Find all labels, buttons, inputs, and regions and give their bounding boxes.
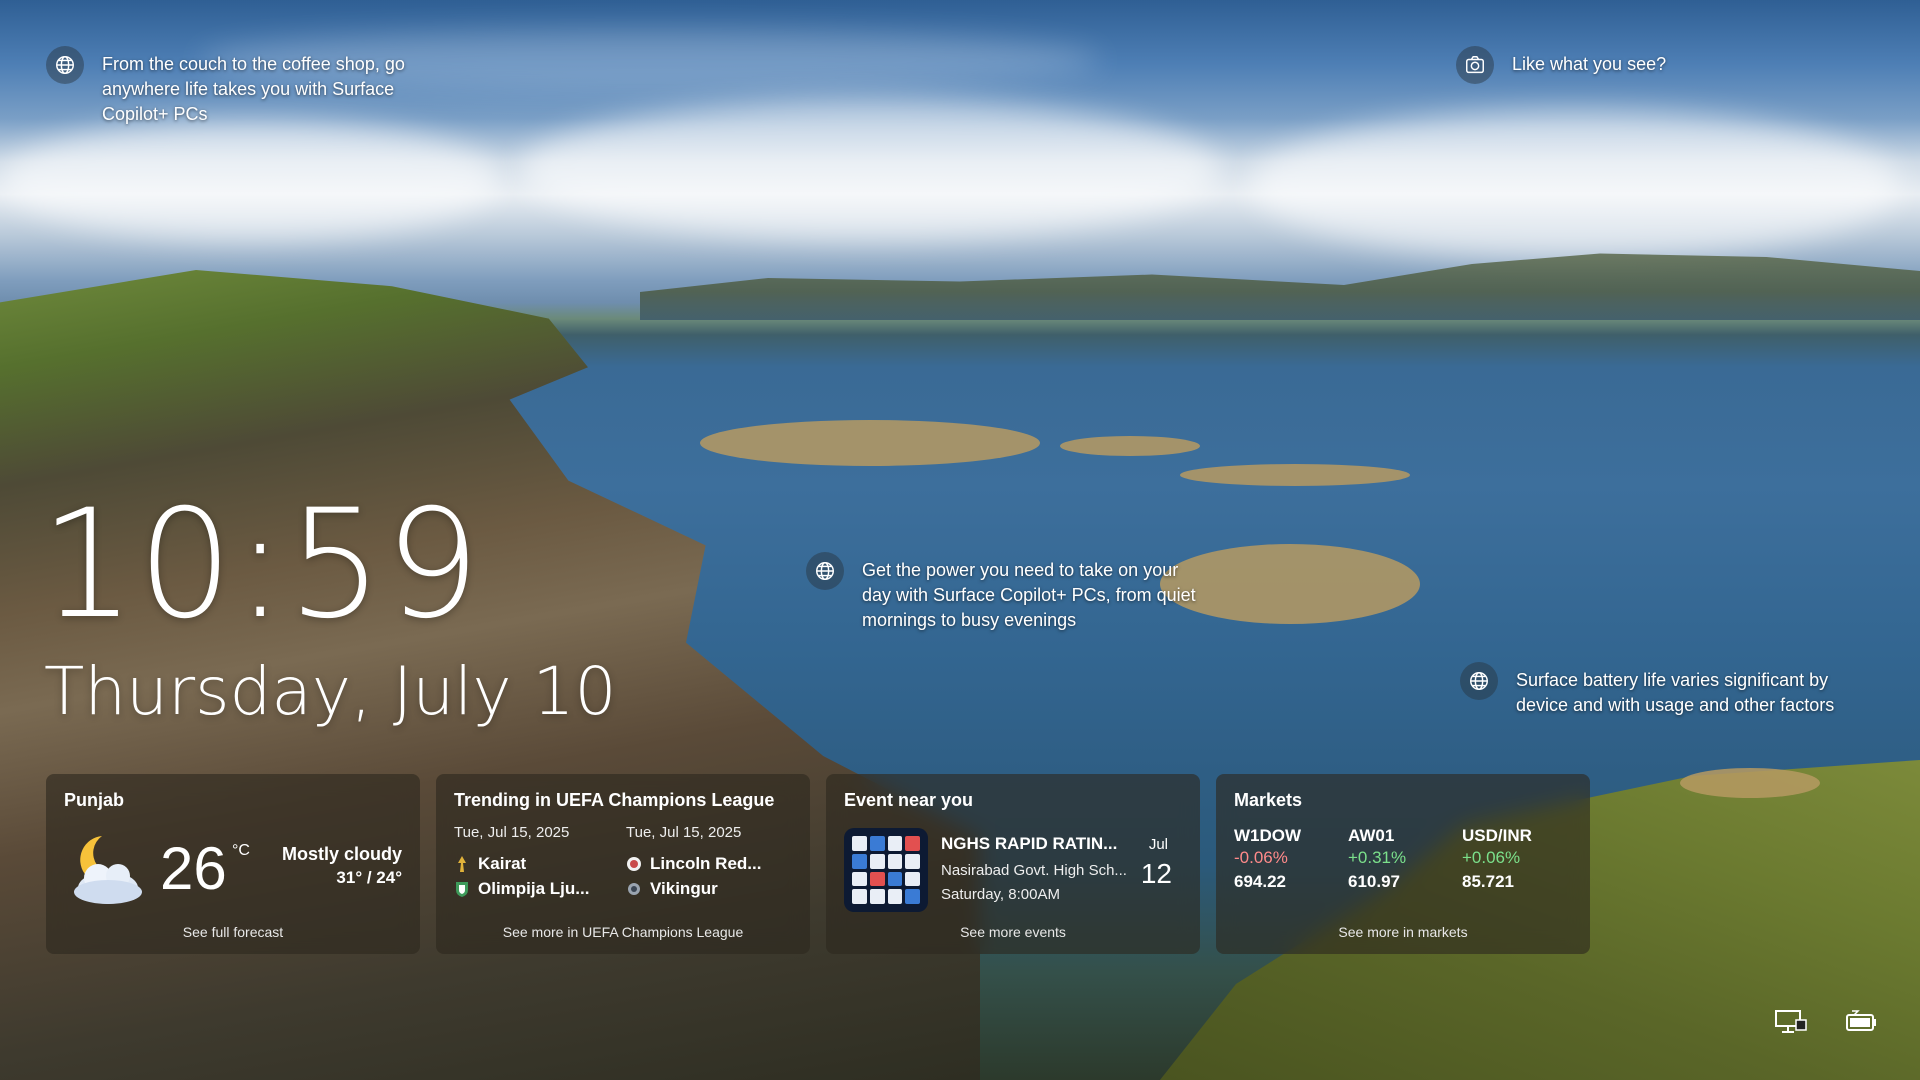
- weather-moon-cloud-icon: [74, 836, 142, 904]
- see-full-forecast-link[interactable]: See full forecast: [46, 924, 420, 940]
- cloud: [520, 100, 1220, 240]
- event-thumbnail[interactable]: [844, 828, 928, 912]
- stock-symbol: USD/INR: [1462, 826, 1532, 845]
- sports-widget[interactable]: Trending in UEFA Champions League Tue, J…: [436, 774, 810, 954]
- team-logo-icon: [458, 855, 466, 872]
- sports-title: Trending in UEFA Champions League: [454, 790, 775, 810]
- see-more-events-link[interactable]: See more events: [826, 924, 1200, 940]
- weather-high-low: 31° / 24°: [336, 868, 402, 887]
- lock-screen: From the couch to the coffee shop, go an…: [0, 0, 1920, 1080]
- stock-item[interactable]: AW01 +0.31% 610.97: [1348, 826, 1458, 892]
- globe-icon[interactable]: [806, 552, 844, 590]
- stock-item[interactable]: USD/INR +0.06% 85.721: [1462, 826, 1572, 892]
- markets-title: Markets: [1234, 790, 1303, 810]
- weather-unit: °C: [232, 842, 250, 859]
- stock-change: -0.06%: [1234, 848, 1288, 867]
- stock-symbol: W1DOW: [1234, 826, 1302, 845]
- weather-temperature: 26: [160, 835, 227, 902]
- team-row: Lincoln Red...: [626, 851, 796, 876]
- team-logo-icon: [628, 882, 640, 895]
- match-card[interactable]: Tue, Jul 15, 2025 Lincoln Red... Vikingu…: [626, 824, 796, 901]
- clock-date: Thursday, July 10: [44, 653, 617, 730]
- spotlight-text: From the couch to the coffee shop, go an…: [102, 54, 405, 124]
- rock: [1680, 768, 1820, 798]
- spotlight-info-middle[interactable]: Get the power you need to take on your d…: [806, 552, 1206, 633]
- battery-icon[interactable]: [1844, 1008, 1878, 1036]
- spotlight-info-right[interactable]: Surface battery life varies significant …: [1460, 662, 1860, 718]
- globe-icon[interactable]: [46, 46, 84, 84]
- stock-change: +0.31%: [1348, 848, 1407, 867]
- event-title: Event near you: [844, 790, 974, 810]
- spotlight-text: Surface battery life varies significant …: [1516, 670, 1835, 715]
- event-time: Saturday, 8:00AM: [941, 886, 1060, 903]
- spotlight-text: Get the power you need to take on your d…: [862, 560, 1196, 630]
- rock: [700, 420, 1040, 466]
- match-date: Tue, Jul 15, 2025: [454, 824, 570, 841]
- see-more-markets-link[interactable]: See more in markets: [1216, 924, 1590, 940]
- spotlight-info-top-right[interactable]: Like what you see?: [1456, 46, 1756, 84]
- team-row: Olimpija Lju...: [454, 876, 624, 901]
- clock-time: 10:59: [40, 478, 483, 652]
- camera-icon[interactable]: [1456, 46, 1494, 84]
- stock-symbol: AW01: [1348, 826, 1395, 845]
- see-more-champions-league-link[interactable]: See more in UEFA Champions League: [436, 924, 810, 940]
- markets-widget[interactable]: Markets W1DOW -0.06% 694.22 AW01 +0.31% …: [1216, 774, 1590, 954]
- weather-condition: Mostly cloudy: [281, 844, 402, 864]
- distant-hills: [640, 253, 1920, 320]
- event-day: 12: [1140, 858, 1172, 889]
- stock-price: 85.721: [1462, 872, 1514, 891]
- team-name: Olimpija Lju...: [478, 878, 590, 898]
- team-logo-icon: [627, 856, 641, 871]
- event-name[interactable]: NGHS RAPID RATIN...: [941, 834, 1117, 854]
- team-row: Kairat: [454, 851, 624, 876]
- team-name: Kairat: [478, 853, 527, 873]
- event-venue: Nasirabad Govt. High Sch...: [941, 862, 1127, 879]
- rock: [1180, 464, 1410, 486]
- spotlight-text: Like what you see?: [1512, 54, 1667, 74]
- team-logo-icon: [456, 881, 468, 897]
- team-row: Vikingur: [626, 876, 796, 901]
- cloud: [0, 120, 500, 240]
- team-name: Vikingur: [650, 878, 718, 898]
- team-name: Lincoln Red...: [650, 853, 762, 873]
- match-date: Tue, Jul 15, 2025: [626, 824, 742, 841]
- rock: [1060, 436, 1200, 456]
- weather-widget[interactable]: Punjab 26 °C Mostly cloudy 31° / 24° See…: [46, 774, 420, 954]
- globe-icon[interactable]: [1460, 662, 1498, 700]
- stock-change: +0.06%: [1462, 848, 1521, 867]
- event-widget[interactable]: Event near you NGHS RAPID RATIN... Nasir…: [826, 774, 1200, 954]
- network-icon[interactable]: [1774, 1008, 1808, 1036]
- stock-price: 610.97: [1348, 872, 1400, 891]
- weather-location: Punjab: [64, 790, 125, 810]
- match-card[interactable]: Tue, Jul 15, 2025 Kairat Olimpija Lju...: [454, 824, 624, 901]
- cloud: [1250, 110, 1900, 260]
- spotlight-info-top-left[interactable]: From the couch to the coffee shop, go an…: [46, 46, 446, 127]
- event-month: Jul: [1148, 836, 1168, 853]
- stock-item[interactable]: W1DOW -0.06% 694.22: [1234, 826, 1344, 892]
- stock-price: 694.22: [1234, 872, 1286, 891]
